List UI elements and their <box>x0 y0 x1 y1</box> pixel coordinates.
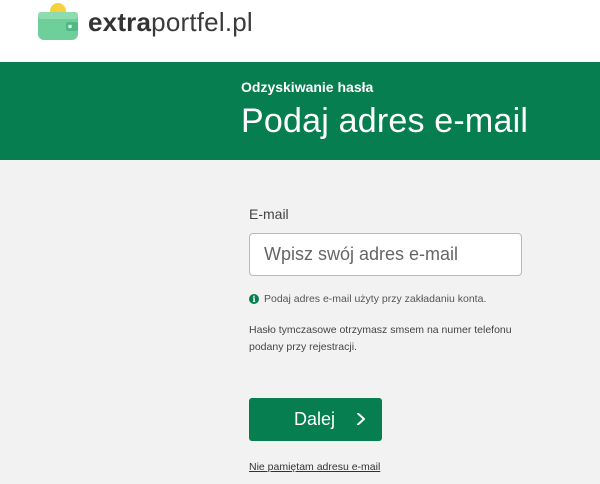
logo-wordmark: extraportfel.pl <box>88 9 253 35</box>
hero-subtitle: Odzyskiwanie hasła <box>241 79 374 95</box>
top-bar: extraportfel.pl <box>0 0 600 62</box>
email-label: E-mail <box>249 206 289 222</box>
chevron-right-icon <box>357 413 365 425</box>
forgot-email-link[interactable]: Nie pamiętam adresu e-mail <box>249 461 380 473</box>
info-icon: i <box>249 294 259 304</box>
email-hint: i Podaj adres e-mail użyty przy zakładan… <box>249 293 486 305</box>
logo-regular-text: portfel.pl <box>151 7 253 37</box>
sms-note: Hasło tymczasowe otrzymasz smsem na nume… <box>249 324 512 353</box>
site-logo[interactable]: extraportfel.pl <box>36 2 253 42</box>
next-button[interactable]: Dalej <box>249 398 382 441</box>
email-hint-text: Podaj adres e-mail użyty przy zakładaniu… <box>264 293 487 305</box>
page-title: Podaj adres e-mail <box>241 102 529 140</box>
email-field[interactable] <box>249 233 522 276</box>
next-button-label: Dalej <box>294 409 336 429</box>
logo-bold-text: extra <box>88 7 152 37</box>
wallet-logo-icon <box>36 2 82 42</box>
hero-banner: Odzyskiwanie hasła Podaj adres e-mail <box>0 62 600 160</box>
